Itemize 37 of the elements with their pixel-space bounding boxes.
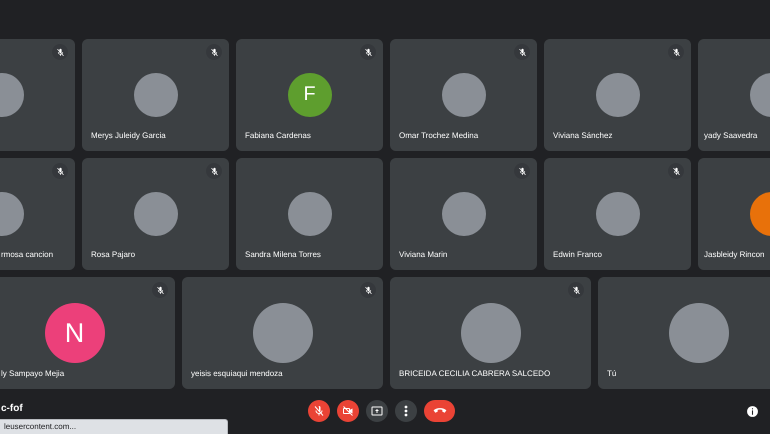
avatar-initial: F	[303, 82, 316, 108]
mic-off-icon	[313, 405, 325, 417]
avatar-initial: N	[64, 316, 84, 350]
camera-button[interactable]	[337, 400, 359, 422]
hang-up-button[interactable]	[424, 400, 455, 422]
avatar-photo-placeholder	[596, 192, 640, 236]
more-options-button[interactable]	[395, 400, 417, 422]
avatar-photo-placeholder	[596, 73, 640, 117]
participant-name: Omar Trochez Medina	[399, 130, 478, 142]
avatar-photo-placeholder	[442, 192, 486, 236]
participant-name: Sandra Milena Torres	[245, 249, 321, 261]
microphone-button[interactable]	[308, 400, 330, 422]
camera-off-icon	[342, 405, 354, 417]
participant-name: Fabiana Cardenas	[245, 130, 311, 142]
avatar-photo-placeholder	[442, 73, 486, 117]
participant-name: Rosa Pajaro	[91, 249, 136, 261]
participant-name: yady Saavedra	[704, 130, 758, 142]
avatar-photo-placeholder	[134, 73, 178, 117]
info-button[interactable]	[746, 405, 759, 418]
participant-name: Tú	[607, 368, 616, 380]
participant-name: rmosa cancion	[1, 249, 54, 261]
phone-icon	[432, 407, 446, 415]
participant-name: ly Sampayo Mejia	[1, 368, 64, 380]
meeting-code: c-fof	[1, 402, 24, 416]
avatar-photo-placeholder	[134, 192, 178, 236]
participant-name: Merys Juleidy Garcia	[91, 130, 166, 142]
present-screen-button[interactable]	[366, 400, 388, 422]
participant-name: BRICEIDA CECILIA CABRERA SALCEDO	[399, 368, 550, 380]
status-url: leusercontent.com...	[0, 419, 228, 434]
avatar-photo-placeholder	[288, 192, 332, 236]
more-icon	[404, 405, 408, 417]
present-icon	[371, 405, 383, 417]
participant-name: yeisis esquiaqui mendoza	[191, 368, 283, 380]
participant-name: Edwin Franco	[553, 249, 602, 261]
participant-name: Viviana Marin	[399, 249, 448, 261]
participant-name: Jasbleidy Rincon	[704, 249, 764, 261]
participant-name: Viviana Sánchez	[553, 130, 612, 142]
